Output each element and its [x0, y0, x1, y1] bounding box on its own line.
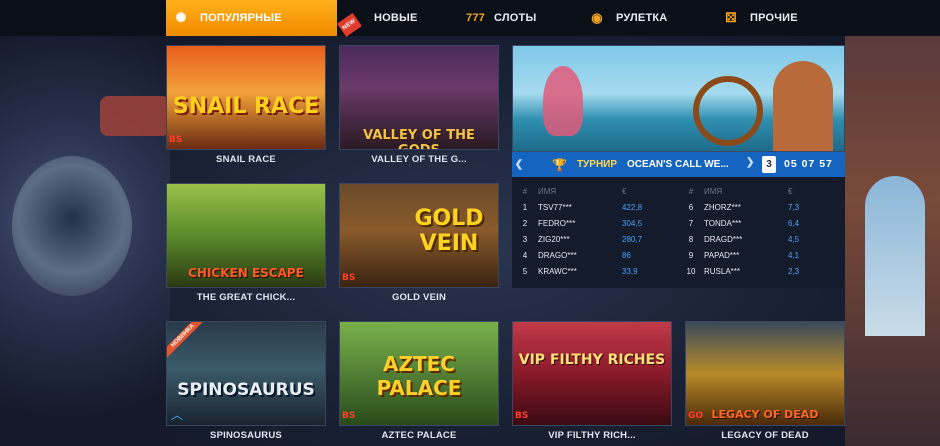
- game-tile-vip-filthy-riches[interactable]: VIP FILTHY RICHES BS VIP FILTHY RICH...: [512, 321, 672, 441]
- new-icon: NEW: [337, 11, 364, 37]
- game-title[interactable]: VIP FILTHY RICH...: [512, 430, 672, 441]
- game-title[interactable]: VALLEY OF THE G...: [339, 154, 499, 165]
- leaderboard-row: 6 ZHORZ*** 7,3: [688, 202, 800, 212]
- leaderboard-row: 5 KRAWC*** 33,9: [522, 266, 638, 276]
- roulette-icon: ◉: [591, 10, 603, 25]
- game-thumbnail[interactable]: CHICKEN ESCAPE: [166, 183, 326, 288]
- prev-arrow-icon[interactable]: ❮: [512, 159, 526, 170]
- leaderboard-row: 7 TONDA*** 6,4: [688, 218, 800, 228]
- pirate-illustration: [773, 61, 833, 151]
- tournament-banner[interactable]: [512, 45, 845, 152]
- game-tile-great-chicken-escape[interactable]: CHICKEN ESCAPE THE GREAT CHICK...: [166, 183, 326, 303]
- chevron-up-icon: ︿: [171, 408, 184, 422]
- tournament-title[interactable]: OCEAN'S CALL WE...: [627, 159, 729, 170]
- game-title[interactable]: SNAIL RACE: [166, 154, 326, 165]
- game-tile-valley-of-the-gods[interactable]: VALLEY OF THE GODS VALLEY OF THE G...: [339, 45, 499, 165]
- game-title[interactable]: GOLD VEIN: [339, 292, 499, 303]
- dice-icon: ⚄: [725, 10, 737, 25]
- game-tile-legacy-of-dead[interactable]: LEGACY OF DEAD GO LEGACY OF DEAD: [685, 321, 845, 441]
- tab-roulette[interactable]: ◉ РУЛЕТКА: [588, 0, 688, 36]
- tab-slots[interactable]: 777 СЛОТЫ: [466, 0, 566, 36]
- game-thumbnail[interactable]: GOLD VEIN BS: [339, 183, 499, 288]
- tab-new-label: НОВЫЕ: [374, 12, 418, 24]
- tab-other[interactable]: ⚄ ПРОЧИЕ: [722, 0, 822, 36]
- tab-slots-label: СЛОТЫ: [494, 12, 537, 24]
- next-arrow-icon[interactable]: ❯: [746, 157, 754, 168]
- leaderboard-header: # ИМЯ €: [688, 186, 793, 196]
- provider-badge: BS: [169, 135, 183, 145]
- tab-popular-label: ПОПУЛЯРНЫЕ: [200, 12, 282, 24]
- tab-popular[interactable]: ✺ ПОПУЛЯРНЫЕ: [166, 0, 337, 36]
- leaderboard-row: 3 ZIG20*** 280,7: [522, 234, 643, 244]
- background-left-art: [0, 36, 170, 446]
- game-title[interactable]: SPINOSAURUS: [166, 430, 326, 441]
- leaderboard-row: 9 PAPAD*** 4,1: [688, 250, 800, 260]
- leaderboard-row: 2 FEDRO*** 304,5: [522, 218, 643, 228]
- game-logo: LEGACY OF DEAD: [711, 408, 819, 421]
- game-title[interactable]: THE GREAT CHICK...: [166, 292, 326, 303]
- background-right-art: [845, 36, 940, 446]
- provider-badge: BS: [515, 411, 529, 421]
- countdown-timer: 05 07 57: [784, 158, 833, 170]
- game-logo: SNAIL RACE: [172, 94, 320, 119]
- game-logo: SPINOSAURUS: [177, 380, 315, 400]
- game-tile-gold-vein[interactable]: GOLD VEIN BS GOLD VEIN: [339, 183, 499, 303]
- tab-other-label: ПРОЧИЕ: [750, 12, 798, 24]
- ship-wheel-illustration: [693, 76, 763, 146]
- tab-new[interactable]: NEW НОВЫЕ: [337, 0, 446, 37]
- leaderboard-right: # ИМЯ € 6 ZHORZ*** 7,3 7 TONDA*** 6,4 8 DRAGD…: [678, 183, 844, 288]
- diving-helmet-illustration: [12, 156, 132, 296]
- new-ribbon: НОВИНКА: [167, 322, 208, 361]
- game-logo: AZTEC PALACE: [376, 352, 462, 400]
- game-thumbnail[interactable]: НОВИНКА SPINOSAURUS ︿: [166, 321, 326, 426]
- game-tile-snail-race[interactable]: SNAIL RACE BS SNAIL RACE: [166, 45, 326, 165]
- mermaid-illustration: [543, 66, 583, 136]
- provider-badge: GO: [688, 411, 704, 421]
- plane-illustration: [100, 96, 170, 136]
- trophy-icon: 🏆: [552, 157, 567, 172]
- game-thumbnail[interactable]: AZTEC PALACE BS: [339, 321, 499, 426]
- game-logo: CHICKEN ESCAPE: [188, 266, 304, 280]
- category-nav: ✺ ПОПУЛЯРНЫЕ NEW НОВЫЕ 777 СЛОТЫ ◉ РУЛЕТ…: [0, 0, 940, 37]
- window-illustration: [865, 176, 925, 336]
- game-title[interactable]: LEGACY OF DEAD: [685, 430, 845, 441]
- provider-badge: BS: [342, 411, 356, 421]
- popular-icon: ✺: [175, 10, 187, 25]
- game-thumbnail[interactable]: VIP FILTHY RICHES BS: [512, 321, 672, 426]
- leaderboard-row: 1 TSV77*** 422,8: [522, 202, 643, 212]
- game-tile-spinosaurus[interactable]: НОВИНКА SPINOSAURUS ︿ SPINOSAURUS: [166, 321, 326, 441]
- leaderboard-header: # ИМЯ €: [522, 186, 627, 196]
- tournament-bar: ❮ 🏆 ТУРНИР OCEAN'S CALL WE... ❯ 3 05 07 …: [512, 152, 845, 177]
- game-thumbnail[interactable]: LEGACY OF DEAD GO: [685, 321, 845, 426]
- days-remaining: 3: [762, 156, 776, 173]
- game-thumbnail[interactable]: VALLEY OF THE GODS: [339, 45, 499, 150]
- tournament-label: ТУРНИР: [576, 159, 618, 170]
- game-logo: GOLD VEIN: [414, 206, 484, 256]
- provider-badge: BS: [342, 273, 356, 283]
- game-tile-aztec-palace[interactable]: AZTEC PALACE BS AZTEC PALACE: [339, 321, 499, 441]
- leaderboard-row: 8 DRAGD*** 4,5: [688, 234, 800, 244]
- leaderboard-left: # ИМЯ € 1 TSV77*** 422,8 2 FEDRO*** 304,5 3Z…: [512, 183, 678, 288]
- game-title[interactable]: AZTEC PALACE: [339, 430, 499, 441]
- game-logo: VIP FILTHY RICHES: [518, 352, 666, 368]
- tournament-panel: ❮ 🏆 ТУРНИР OCEAN'S CALL WE... ❯ 3 05 07 …: [512, 45, 845, 288]
- leaderboard: # ИМЯ € 1 TSV77*** 422,8 2 FEDRO*** 304,5 3Z…: [512, 177, 845, 288]
- game-logo: VALLEY OF THE GODS: [363, 128, 475, 149]
- leaderboard-row: 4 DRAGO*** 86: [522, 250, 631, 260]
- tab-roulette-label: РУЛЕТКА: [616, 12, 668, 24]
- game-thumbnail[interactable]: SNAIL RACE BS: [166, 45, 326, 150]
- leaderboard-row: 10 RUSLA*** 2,3: [686, 266, 800, 276]
- slots-777-icon: 777: [466, 12, 485, 24]
